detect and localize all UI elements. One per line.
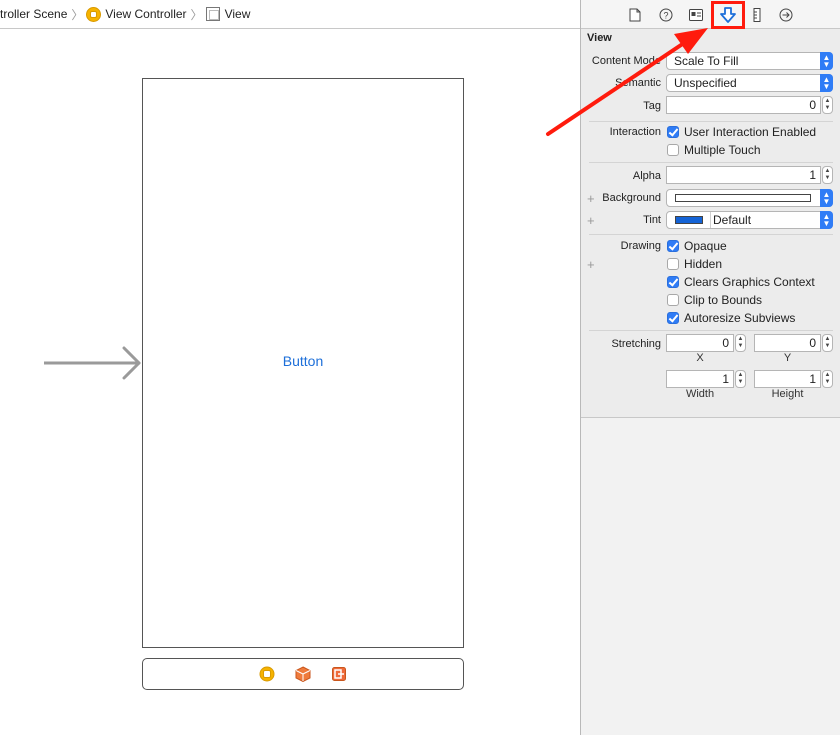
inspector-empty-area [581,417,840,735]
divider [589,330,833,331]
scene-dock [142,658,464,690]
stretch-height-stepper[interactable]: ▲ ▼ [822,370,833,388]
alpha-field[interactable]: 1 [666,166,821,184]
stretch-width-field[interactable]: 1 [666,370,734,388]
stretch-x-field[interactable]: 0 [666,334,734,352]
hidden-plus-button[interactable]: + [587,257,595,272]
divider [589,162,833,163]
opaque-label: Opaque [684,239,727,253]
size-inspector-icon[interactable] [747,5,767,25]
breadcrumb-separator: 〉 [190,7,203,22]
breadcrumb-view-controller-label: View Controller [105,7,187,21]
breadcrumb-view-label: View [224,7,251,21]
chevron-updown-icon: ▲ ▼ [820,74,833,92]
identity-inspector-icon[interactable] [686,5,706,25]
clears-graphics-context-label: Clears Graphics Context [684,275,815,289]
stretching-label: Stretching [611,338,661,350]
background-color-swatch [675,194,811,202]
connections-inspector-icon[interactable] [776,5,796,25]
view-controller-icon [86,6,102,22]
breadcrumb-scene[interactable]: troller Scene [0,0,68,28]
background-label: Background [602,192,661,204]
stretch-y-field[interactable]: 0 [754,334,821,352]
background-color-popup[interactable]: ▲ ▼ [666,189,833,207]
checkbox-checked-icon [667,312,679,324]
tint-color-popup[interactable]: Default ▲ ▼ [666,211,833,229]
stretch-x-stepper[interactable]: ▲ ▼ [735,334,746,352]
stretch-y-stepper[interactable]: ▲ ▼ [822,334,833,352]
scene-button[interactable]: Button [143,353,463,369]
clip-to-bounds-checkbox[interactable]: Clip to Bounds [667,293,762,307]
tint-popup-divider [710,212,711,228]
drawing-label: Drawing [620,240,661,252]
divider [589,234,833,235]
first-responder-icon[interactable] [293,664,313,684]
tint-label: Tint [643,214,661,226]
view-icon [205,7,220,21]
tint-color-swatch [675,216,703,224]
jump-bar: troller Scene 〉 View Controller 〉 View [0,0,580,29]
multiple-touch-checkbox[interactable]: Multiple Touch [667,143,761,157]
tag-stepper[interactable]: ▲ ▼ [822,96,833,114]
x-label: X [696,352,704,364]
autoresize-subviews-label: Autoresize Subviews [684,311,796,325]
exit-icon[interactable] [329,664,349,684]
alpha-label: Alpha [632,170,661,182]
view-controller-icon[interactable] [257,664,277,684]
stretch-height-field[interactable]: 1 [754,370,821,388]
breadcrumb-separator: 〉 [71,7,84,22]
quick-help-icon[interactable]: ? [656,5,676,25]
clears-graphics-context-checkbox[interactable]: Clears Graphics Context [667,275,815,289]
stretch-width-stepper[interactable]: ▲ ▼ [735,370,746,388]
entry-point-arrow-icon[interactable] [44,345,144,381]
checkbox-checked-icon [667,240,679,252]
hidden-label: Hidden [684,257,723,271]
storyboard-canvas[interactable]: troller Scene 〉 View Controller 〉 View B… [0,0,580,735]
autoresize-subviews-checkbox[interactable]: Autoresize Subviews [667,311,795,325]
svg-text:?: ? [663,11,668,21]
checkbox-unchecked-icon [667,144,679,156]
multiple-touch-label: Multiple Touch [684,143,761,157]
chevron-updown-icon: ▲ ▼ [820,52,833,70]
tint-value: Default [713,213,752,227]
breadcrumb-view[interactable]: View [205,0,251,28]
annotation-arrow-icon [546,28,708,136]
breadcrumb-scene-label: troller Scene [0,7,68,21]
clip-to-bounds-label: Clip to Bounds [684,293,763,307]
checkbox-unchecked-icon [667,258,679,270]
width-label: Width [685,388,715,400]
alpha-stepper[interactable]: ▲ ▼ [822,166,833,184]
checkbox-checked-icon [667,276,679,288]
breadcrumb-view-controller[interactable]: View Controller [86,0,187,28]
chevron-updown-icon: ▲ ▼ [820,189,833,207]
height-label: Height [771,388,804,400]
view-controller-scene[interactable]: Button [142,78,464,648]
y-label: Y [783,352,792,364]
checkbox-unchecked-icon [667,294,679,306]
file-inspector-icon[interactable] [625,5,645,25]
hidden-checkbox[interactable]: Hidden [667,257,722,271]
chevron-updown-icon: ▲ ▼ [820,211,833,229]
opaque-checkbox[interactable]: Opaque [667,239,727,253]
